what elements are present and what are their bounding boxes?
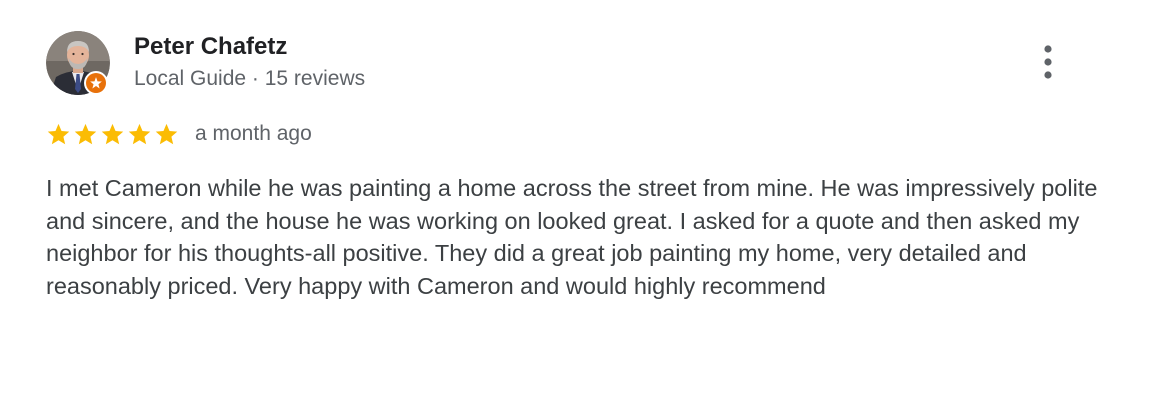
star-icon: [47, 123, 70, 144]
star-icon: [90, 77, 102, 89]
more-vert-icon: [1044, 45, 1052, 79]
star-icon: [101, 123, 124, 144]
local-guide-badge-icon: [86, 73, 106, 93]
review-date: a month ago: [195, 122, 312, 145]
star-icon: [155, 123, 178, 144]
more-options-button[interactable]: [1030, 42, 1066, 82]
star-icon: [74, 123, 97, 144]
review-text: I met Cameron while he was painting a ho…: [46, 175, 1098, 299]
author-name[interactable]: Peter Chafetz: [134, 33, 287, 61]
local-guide-badge: [84, 71, 108, 95]
author-meta[interactable]: Local Guide · 15 reviews: [134, 66, 365, 92]
author-avatar[interactable]: [46, 31, 110, 95]
rating-row: a month ago: [46, 120, 312, 148]
star-rating: [46, 122, 179, 147]
review-card: Peter Chafetz Local Guide · 15 reviews a…: [0, 0, 1174, 404]
star-icon: [128, 123, 151, 144]
